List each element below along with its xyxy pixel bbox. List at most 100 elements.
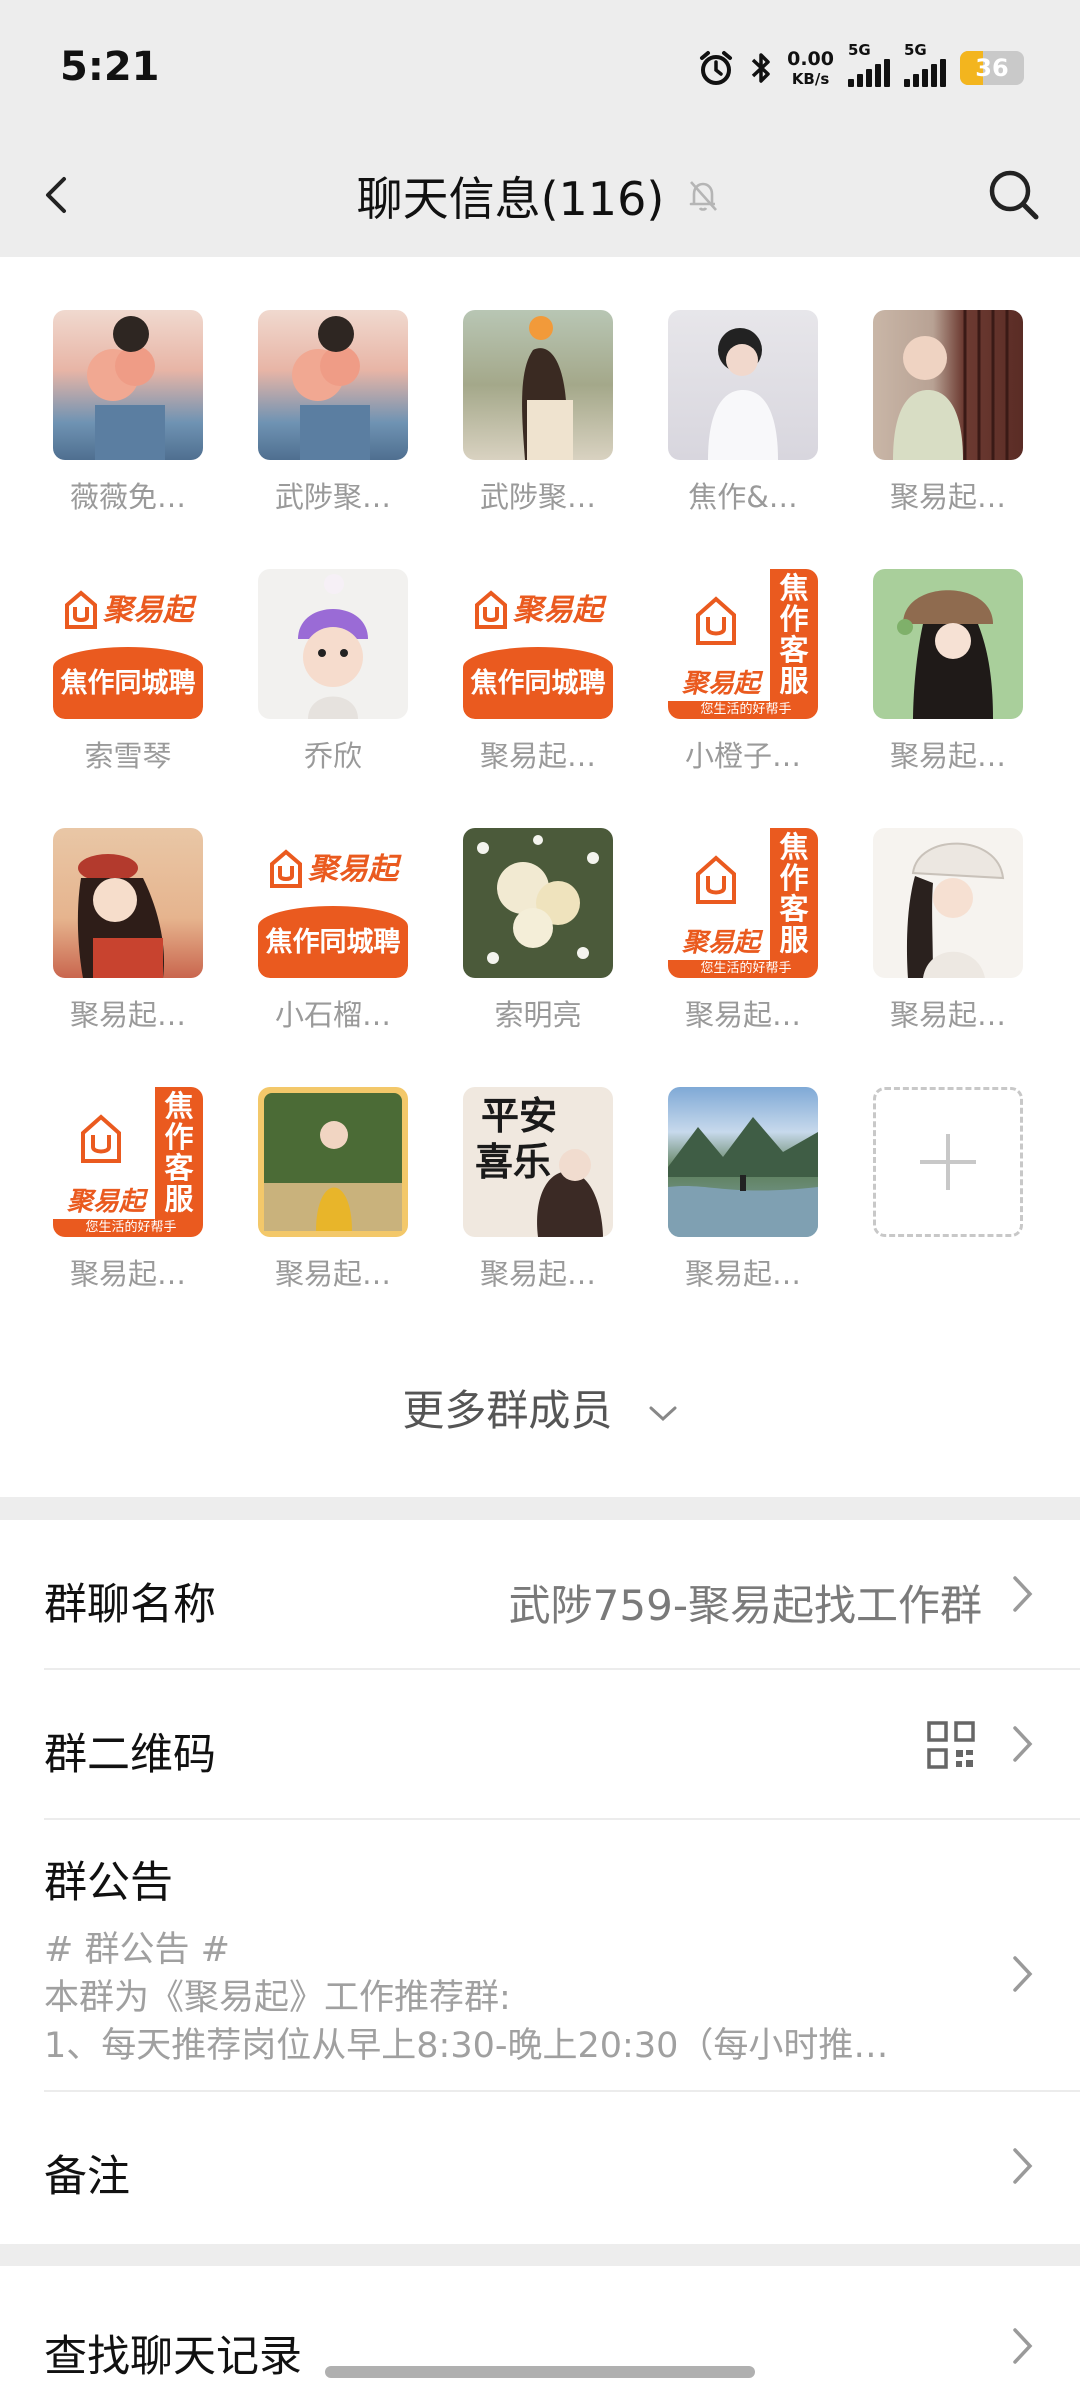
member-name: 聚易起…	[69, 1257, 186, 1291]
search-button[interactable]	[982, 163, 1046, 227]
member-item[interactable]: 聚易起…	[53, 828, 203, 1034]
title-wrap: 聊天信息(116)	[0, 163, 1080, 229]
announcement-line: 1、每天推荐岗位从早上8:30-晚上20:30（每小时推…	[44, 2026, 889, 2066]
chevron-right-icon	[1013, 1726, 1033, 1762]
member-name: 小橙子…	[684, 739, 801, 773]
member-item[interactable]: 平安 喜乐 聚易起…	[463, 1087, 613, 1293]
member-name: 聚易起…	[684, 998, 801, 1032]
member-item[interactable]: 武陟聚…	[258, 310, 408, 516]
settings-panel: 群聊名称 武陟759-聚易起找工作群 群二维码 群公告 # 群公告 # 本群为《…	[0, 1520, 1080, 2244]
member-item[interactable]: 聚易起…	[258, 1087, 408, 1293]
search-history-row[interactable]: 查找聊天记录	[0, 2266, 1080, 2400]
brand-logo-text: 聚易起	[308, 852, 398, 887]
member-avatar: 聚易起 焦作同城聘	[463, 569, 613, 719]
member-name: 聚易起…	[889, 739, 1006, 773]
member-avatar	[873, 828, 1023, 978]
member-name: 聚易起…	[69, 998, 186, 1032]
bluetooth-icon	[751, 53, 770, 83]
brand-logo-text: 聚易起	[682, 669, 761, 699]
member-item[interactable]: 索明亮	[463, 828, 613, 1034]
member-avatar	[668, 1087, 818, 1237]
member-item[interactable]: 聚易起 焦作同城聘 聚易起…	[463, 569, 613, 775]
member-avatar: 平安 喜乐	[463, 1087, 613, 1237]
brand-band-text: 焦作同城聘	[258, 906, 408, 978]
member-name: 聚易起…	[274, 1257, 391, 1291]
brand-logo-icon	[696, 596, 736, 645]
announcement-line: 本群为《聚易起》工作推荐群:	[44, 1978, 511, 2018]
brand-side-text: 焦作客服	[770, 828, 818, 960]
member-name: 武陟聚…	[274, 480, 391, 514]
member-avatar: 聚易起 焦作客服 您生活的好帮手	[668, 828, 818, 978]
sim1-label: 5G	[848, 41, 871, 59]
member-name: 小石榴…	[274, 998, 391, 1032]
network-speed: 0.00 KB/s	[787, 47, 834, 88]
signal-sim2-icon: 5G	[904, 41, 946, 87]
member-item[interactable]: 聚易起 焦作客服 您生活的好帮手 聚易起…	[53, 1087, 203, 1293]
member-name: 聚易起…	[479, 1257, 596, 1291]
remark-row[interactable]: 备注	[0, 2092, 1080, 2242]
member-name: 薇薇免…	[69, 480, 186, 514]
member-item[interactable]: 聚易起…	[873, 828, 1023, 1034]
announcement-preview: # 群公告 # 本群为《聚易起》工作推荐群: 1、每天推荐岗位从早上8:30-晚…	[44, 1926, 888, 2070]
svg-text:喜乐: 喜乐	[475, 1140, 551, 1184]
member-item[interactable]: 聚易起 焦作客服 您生活的好帮手 聚易起…	[668, 828, 818, 1034]
more-members-label: 更多群成员	[402, 1386, 613, 1435]
page-title: 聊天信息(116)	[356, 172, 665, 226]
brand-side-text: 焦作客服	[770, 569, 818, 701]
qr-code-icon	[927, 1721, 975, 1769]
member-item[interactable]: 聚易起 焦作同城聘 索雪琴	[53, 569, 203, 775]
member-name: 焦作&…	[688, 480, 798, 514]
brand-logo-text: 聚易起	[513, 593, 603, 628]
member-name: 聚易起…	[889, 998, 1006, 1032]
qr-code-row[interactable]: 群二维码	[0, 1670, 1080, 1818]
battery-icon: 36	[960, 51, 1024, 85]
network-speed-unit: KB/s	[791, 69, 830, 88]
member-avatar: 聚易起 焦作客服 您生活的好帮手	[668, 569, 818, 719]
home-indicator[interactable]	[325, 2366, 755, 2378]
member-item[interactable]: 聚易起 焦作客服 您生活的好帮手 小橙子…	[668, 569, 818, 775]
member-name: 乔欣	[303, 739, 362, 773]
member-item[interactable]: 武陟聚…	[463, 310, 613, 516]
member-name: 聚易起…	[479, 739, 596, 773]
member-item[interactable]: 乔欣	[258, 569, 408, 775]
member-item[interactable]: 聚易起…	[668, 1087, 818, 1293]
chevron-right-icon	[1013, 1576, 1033, 1612]
more-members-button[interactable]: 更多群成员	[0, 1377, 1080, 1438]
member-avatar	[258, 1087, 408, 1237]
member-avatar: 聚易起 焦作同城聘	[53, 569, 203, 719]
member-avatar	[873, 569, 1023, 719]
add-member-button[interactable]	[873, 1087, 1023, 1237]
member-name: 武陟聚…	[479, 480, 596, 514]
member-avatar	[258, 310, 408, 460]
member-avatar	[53, 310, 203, 460]
chevron-right-icon	[1013, 2328, 1033, 2364]
member-avatar: 聚易起 焦作客服 您生活的好帮手	[53, 1087, 203, 1237]
member-item[interactable]: 薇薇免…	[53, 310, 203, 516]
search-history-label: 查找聊天记录	[44, 2332, 302, 2382]
member-item[interactable]: 聚易起…	[873, 569, 1023, 775]
chevron-right-icon	[1013, 1956, 1033, 1992]
member-name: 索明亮	[494, 998, 582, 1032]
group-name-row[interactable]: 群聊名称 武陟759-聚易起找工作群	[0, 1520, 1080, 1668]
member-item[interactable]: 焦作&…	[668, 310, 818, 516]
status-icons: 0.00 KB/s 5G 5G 36	[697, 41, 1024, 90]
announcement-line: # 群公告 #	[44, 1930, 230, 1970]
member-item[interactable]: 聚易起 焦作同城聘 小石榴…	[258, 828, 408, 1034]
svg-text:平安: 平安	[481, 1094, 557, 1138]
remark-label: 备注	[44, 2152, 130, 2202]
sim2-label: 5G	[904, 41, 927, 59]
announcement-row[interactable]: 群公告 # 群公告 # 本群为《聚易起》工作推荐群: 1、每天推荐岗位从早上8:…	[0, 1820, 1080, 2090]
network-speed-value: 0.00	[787, 47, 834, 70]
qr-code-label: 群二维码	[44, 1730, 216, 1780]
brand-side-text: 焦作客服	[155, 1087, 203, 1219]
bell-off-icon	[690, 181, 718, 211]
top-nav: 聊天信息(116)	[0, 135, 1080, 257]
chevron-right-icon	[1013, 2148, 1033, 2184]
member-item[interactable]: 聚易起…	[873, 310, 1023, 516]
announcement-label: 群公告	[44, 1858, 173, 1908]
brand-logo-text: 聚易起	[67, 1187, 146, 1217]
brand-foot-text: 您生活的好帮手	[53, 1219, 203, 1237]
member-avatar: 聚易起 焦作同城聘	[258, 828, 408, 978]
brand-foot-text: 您生活的好帮手	[668, 701, 818, 719]
member-avatar	[463, 828, 613, 978]
